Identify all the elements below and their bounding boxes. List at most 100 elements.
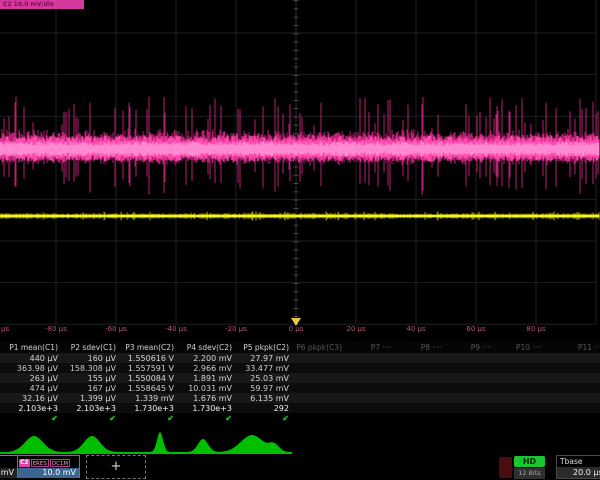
measure-table: P1 mean(C1)P2 sdev(C1)P3 mean(C2)P4 sdev… bbox=[0, 341, 600, 424]
measure-column-header[interactable]: P4 sdev(C2) bbox=[178, 341, 236, 353]
measure-cell-min bbox=[546, 373, 600, 383]
measure-cell-num bbox=[546, 403, 600, 413]
time-axis-label: 80 µs bbox=[513, 325, 559, 333]
measure-cell-value: 1.550616 V bbox=[120, 353, 178, 363]
measure-cell-max: 167 µV bbox=[62, 383, 120, 393]
measure-column-header[interactable]: P5 pkpk(C2) bbox=[236, 341, 293, 353]
measure-cell-mean: 158.308 µV bbox=[62, 363, 120, 373]
measure-cell-sdev: 32.16 µV bbox=[0, 393, 62, 403]
measure-cell-max bbox=[346, 383, 396, 393]
measure-cell-sdev: 1.339 mV bbox=[120, 393, 178, 403]
c1-volts-per-div[interactable]: 20.0 mV bbox=[0, 468, 17, 478]
time-axis-label: 60 µs bbox=[453, 325, 499, 333]
measure-cell-min: 263 µV bbox=[0, 373, 62, 383]
measure-column-header[interactable]: P11 ···· bbox=[546, 341, 600, 353]
measure-cell-max bbox=[446, 383, 496, 393]
measure-cell-min bbox=[496, 373, 546, 383]
time-axis-label: -20 µs bbox=[213, 325, 259, 333]
measure-cell-mean bbox=[446, 363, 496, 373]
measure-cell-max: 1.558645 V bbox=[120, 383, 178, 393]
measure-cell-min: 1.550084 V bbox=[120, 373, 178, 383]
measure-cell-sdev bbox=[496, 393, 546, 403]
time-axis-label: 40 µs bbox=[393, 325, 439, 333]
measure-cell-num: 2.103e+3 bbox=[0, 403, 62, 413]
measure-cell-num: 1.730e+3 bbox=[120, 403, 178, 413]
measure-cell-num bbox=[396, 403, 446, 413]
c2-eres-tag: ERES bbox=[31, 459, 49, 467]
measure-cell-value bbox=[546, 353, 600, 363]
channel-descriptor-c1[interactable]: C1 DC1M 20.0 mV bbox=[0, 455, 18, 478]
time-axis-label: 20 µs bbox=[333, 325, 379, 333]
measure-cell-min: 25.03 mV bbox=[236, 373, 293, 383]
measure-column-header[interactable]: P8 ···· bbox=[396, 341, 446, 353]
measure-cell-mean bbox=[396, 363, 446, 373]
timebase-label: Tbase bbox=[557, 456, 600, 467]
measure-cell-max bbox=[293, 383, 346, 393]
measure-status-check bbox=[346, 413, 396, 424]
measure-cell-value: 27.97 mV bbox=[236, 353, 293, 363]
measure-column-header[interactable]: P2 sdev(C1) bbox=[62, 341, 120, 353]
measure-cell-value: 2.200 mV bbox=[178, 353, 236, 363]
measure-column-header[interactable]: P7 ···· bbox=[346, 341, 396, 353]
measure-cell-num: 2.103e+3 bbox=[62, 403, 120, 413]
measure-cell-mean: 33.477 mV bbox=[236, 363, 293, 373]
measure-cell-num: 1.730e+3 bbox=[178, 403, 236, 413]
measure-status-check: ✔ bbox=[62, 413, 120, 424]
measure-column-header[interactable]: P10 ···· bbox=[496, 341, 546, 353]
time-axis-label: -100 µs bbox=[0, 325, 19, 333]
measure-cell-value bbox=[396, 353, 446, 363]
time-axis-label: 0 µs bbox=[273, 325, 319, 333]
trace-label-chip[interactable]: C2 10.0 mV/div bbox=[0, 0, 84, 9]
measure-cell-max: 10.031 mV bbox=[178, 383, 236, 393]
measure-cell-sdev bbox=[546, 393, 600, 403]
measure-cell-num bbox=[346, 403, 396, 413]
measure-column-header[interactable]: P9 ···· bbox=[446, 341, 496, 353]
timebase-descriptor[interactable]: Tbase 20.0 µs/div bbox=[556, 455, 600, 479]
measure-cell-sdev: 1.676 mV bbox=[178, 393, 236, 403]
hd-mode-badge[interactable]: HD bbox=[514, 456, 545, 467]
time-axis-label: -40 µs bbox=[153, 325, 199, 333]
time-axis-label: -60 µs bbox=[93, 325, 139, 333]
measure-status-check: ✔ bbox=[236, 413, 293, 424]
measure-cell-sdev bbox=[293, 393, 346, 403]
measure-cell-min bbox=[396, 373, 446, 383]
measure-cell-mean: 2.966 mV bbox=[178, 363, 236, 373]
measure-cell-max: 474 µV bbox=[0, 383, 62, 393]
measure-column-header[interactable]: P6 pkpk(C3) bbox=[293, 341, 346, 353]
oscilloscope-screen: C2 10.0 mV/div -100 µs -80 µs -60 µs -40 µs… bbox=[0, 0, 600, 480]
measure-cell-mean bbox=[496, 363, 546, 373]
measure-cell-value: 160 µV bbox=[62, 353, 120, 363]
measure-cell-mean: 1.557591 V bbox=[120, 363, 178, 373]
measure-cell-max bbox=[496, 383, 546, 393]
measure-status-check bbox=[496, 413, 546, 424]
add-trace-button[interactable]: + bbox=[86, 455, 146, 479]
measure-cell-num bbox=[446, 403, 496, 413]
measure-cell-value bbox=[293, 353, 346, 363]
measure-status-check bbox=[293, 413, 346, 424]
trigger-status-indicator[interactable] bbox=[499, 457, 512, 478]
time-axis-label: -80 µs bbox=[33, 325, 79, 333]
measure-cell-num bbox=[496, 403, 546, 413]
measure-status-check: ✔ bbox=[0, 413, 62, 424]
measure-cell-min: 155 µV bbox=[62, 373, 120, 383]
measure-cell-mean bbox=[346, 363, 396, 373]
measure-cell-value bbox=[496, 353, 546, 363]
measure-cell-min bbox=[346, 373, 396, 383]
c2-volts-per-div[interactable]: 10.0 mV bbox=[18, 468, 79, 478]
measure-status-check bbox=[546, 413, 600, 424]
measure-column-header[interactable]: P3 mean(C2) bbox=[120, 341, 178, 353]
measure-cell-max bbox=[546, 383, 600, 393]
measure-cell-min bbox=[293, 373, 346, 383]
channel-descriptor-c2[interactable]: C2 ERES DC1M 10.0 mV bbox=[17, 455, 80, 478]
measure-status-check bbox=[396, 413, 446, 424]
measure-cell-num bbox=[293, 403, 346, 413]
measure-cell-sdev bbox=[446, 393, 496, 403]
bit-depth-label: 12 Bits bbox=[514, 468, 545, 479]
measure-cell-value: 440 µV bbox=[0, 353, 62, 363]
measure-status-check: ✔ bbox=[178, 413, 236, 424]
timebase-value[interactable]: 20.0 µs/div bbox=[557, 467, 600, 478]
measure-cell-max bbox=[396, 383, 446, 393]
measure-column-header[interactable]: P1 mean(C1) bbox=[0, 341, 62, 353]
c2-coupling-tag: DC1M bbox=[50, 459, 70, 467]
measure-status-check bbox=[446, 413, 496, 424]
